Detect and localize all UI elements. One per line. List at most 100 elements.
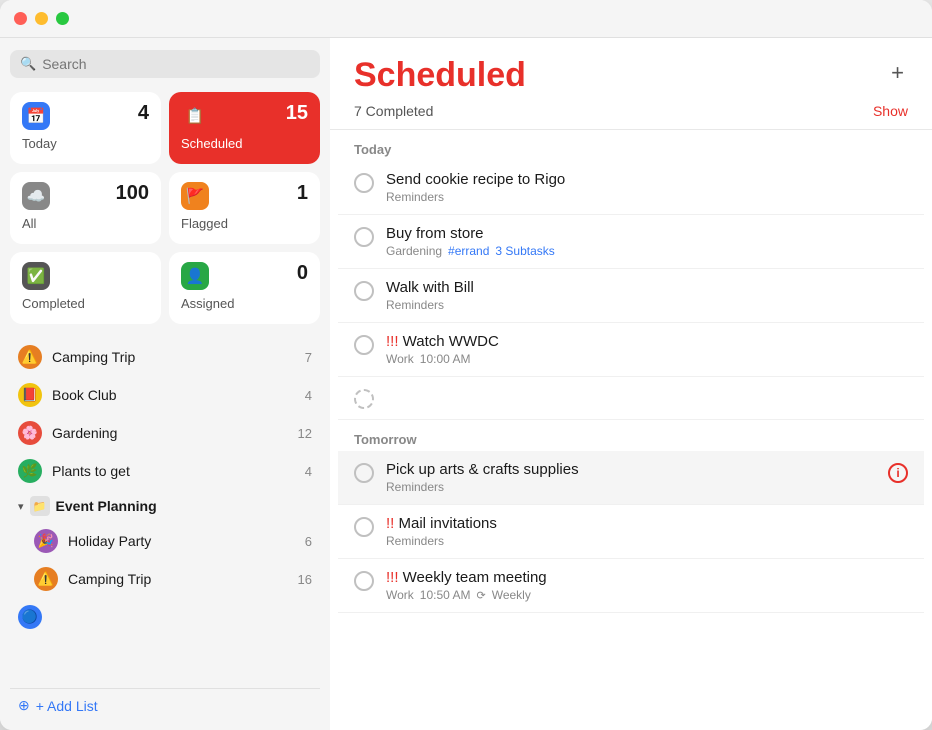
smart-card-scheduled[interactable]: 📋 15 Scheduled <box>169 92 320 164</box>
reminder-item-watch-wwdc[interactable]: Watch WWDC Work 10:00 AM <box>338 323 924 377</box>
reminder-subtitle: Reminders <box>386 298 908 312</box>
scheduled-icon: 📋 <box>181 102 209 130</box>
holiday-party-count: 6 <box>305 534 312 549</box>
reminder-circle[interactable] <box>354 571 374 591</box>
sidebar-item-book-club[interactable]: 📕 Book Club 4 <box>10 376 320 414</box>
smart-card-completed[interactable]: ✅ Completed <box>10 252 161 324</box>
sidebar-item-camping-trip-2[interactable]: ⚠️ Camping Trip 16 <box>26 560 320 598</box>
completed-bar: 7 Completed Show <box>330 99 932 130</box>
event-planning-group-header[interactable]: ▾ 📁 Event Planning <box>10 490 320 522</box>
today-label: Today <box>22 136 149 151</box>
book-club-label: Book Club <box>52 387 295 403</box>
tag-badge: #errand <box>448 244 489 258</box>
scheduled-label: Scheduled <box>181 136 308 151</box>
all-count: 100 <box>116 182 149 205</box>
reminder-title: Walk with Bill <box>386 279 908 296</box>
add-list-button[interactable]: ⊕ + Add List <box>10 688 320 722</box>
reminder-circle[interactable] <box>354 281 374 301</box>
holiday-party-icon: 🎉 <box>34 529 58 553</box>
today-icon: 📅 <box>22 102 50 130</box>
camping-trip-label: Camping Trip <box>52 349 295 365</box>
reminders-list: Today Send cookie recipe to Rigo Reminde… <box>330 130 932 730</box>
search-bar[interactable]: 🔍 <box>10 50 320 78</box>
reminder-circle[interactable] <box>354 227 374 247</box>
assigned-icon: 👤 <box>181 262 209 290</box>
event-planning-folder-icon: 📁 <box>30 496 50 516</box>
subtask-badge: 3 Subtasks <box>495 244 554 258</box>
add-list-icon: ⊕ <box>18 697 30 714</box>
flagged-icon: 🚩 <box>181 182 209 210</box>
assigned-label: Assigned <box>181 296 308 311</box>
reminder-title: Send cookie recipe to Rigo <box>386 171 908 188</box>
event-planning-label: Event Planning <box>56 498 312 514</box>
reminder-item-weekly-meeting[interactable]: Weekly team meeting Work 10:50 AM ⟳ Week… <box>338 559 924 613</box>
scheduled-count: 15 <box>286 102 308 125</box>
assigned-count: 0 <box>297 262 308 285</box>
main-header: Scheduled + <box>330 38 932 99</box>
close-button[interactable] <box>14 12 27 25</box>
flagged-count: 1 <box>297 182 308 205</box>
gardening-icon: 🌸 <box>18 421 42 445</box>
reminder-circle[interactable] <box>354 173 374 193</box>
section-today: Today <box>338 130 924 161</box>
user-lists: ⚠️ Camping Trip 7 📕 Book Club 4 🌸 Garden… <box>10 338 320 682</box>
reminder-circle[interactable] <box>354 463 374 483</box>
reminder-title: Buy from store <box>386 225 908 242</box>
camping-trip-2-count: 16 <box>298 572 312 587</box>
completed-icon: ✅ <box>22 262 50 290</box>
reminder-subtitle: Work 10:00 AM <box>386 352 908 366</box>
completed-count-label: 7 Completed <box>354 103 433 119</box>
smart-card-all[interactable]: ☁️ 100 All <box>10 172 161 244</box>
reminder-subtitle: Reminders <box>386 534 908 548</box>
sidebar-item-plants-to-get[interactable]: 🌿 Plants to get 4 <box>10 452 320 490</box>
maximize-button[interactable] <box>56 12 69 25</box>
recur-icon: ⟳ <box>476 589 485 602</box>
smart-card-today[interactable]: 📅 4 Today <box>10 92 161 164</box>
reminder-subtitle: Reminders <box>386 480 876 494</box>
smart-lists-grid: 📅 4 Today 📋 15 Scheduled ☁️ <box>10 92 320 324</box>
gardening-label: Gardening <box>52 425 288 441</box>
book-club-count: 4 <box>305 388 312 403</box>
add-reminder-button[interactable]: + <box>887 56 908 90</box>
reminder-item-empty[interactable] <box>338 377 924 420</box>
sidebar-item-extra[interactable]: 🔵 <box>10 598 320 636</box>
show-completed-button[interactable]: Show <box>873 103 908 119</box>
event-planning-nested: 🎉 Holiday Party 6 ⚠️ Camping Trip 16 <box>10 522 320 598</box>
sidebar-item-gardening[interactable]: 🌸 Gardening 12 <box>10 414 320 452</box>
reminder-item-mail-invitations[interactable]: Mail invitations Reminders <box>338 505 924 559</box>
holiday-party-label: Holiday Party <box>68 533 295 549</box>
camping-trip-icon: ⚠️ <box>18 345 42 369</box>
smart-card-assigned[interactable]: 👤 0 Assigned <box>169 252 320 324</box>
sidebar-item-holiday-party[interactable]: 🎉 Holiday Party 6 <box>26 522 320 560</box>
reminder-item-send-cookie[interactable]: Send cookie recipe to Rigo Reminders <box>338 161 924 215</box>
smart-card-flagged[interactable]: 🚩 1 Flagged <box>169 172 320 244</box>
reminder-item-pickup-arts[interactable]: Pick up arts & crafts supplies Reminders… <box>338 451 924 505</box>
info-icon[interactable]: i <box>888 463 908 483</box>
section-tomorrow: Tomorrow <box>338 420 924 451</box>
reminder-circle[interactable] <box>354 517 374 537</box>
camping-trip-count: 7 <box>305 350 312 365</box>
minimize-button[interactable] <box>35 12 48 25</box>
camping-trip-2-icon: ⚠️ <box>34 567 58 591</box>
content-area: 🔍 📅 4 Today 📋 15 <box>0 38 932 730</box>
search-icon: 🔍 <box>20 56 36 72</box>
gardening-count: 12 <box>298 426 312 441</box>
all-label: All <box>22 216 149 231</box>
chevron-down-icon: ▾ <box>18 500 24 513</box>
completed-label: Completed <box>22 296 149 311</box>
reminder-title: Watch WWDC <box>386 333 908 350</box>
reminder-circle[interactable] <box>354 335 374 355</box>
reminder-item-buy-store[interactable]: Buy from store Gardening #errand 3 Subta… <box>338 215 924 269</box>
camping-trip-2-label: Camping Trip <box>68 571 288 587</box>
sidebar-item-camping-trip[interactable]: ⚠️ Camping Trip 7 <box>10 338 320 376</box>
reminder-circle-dashed[interactable] <box>354 389 374 409</box>
search-input[interactable] <box>42 56 310 72</box>
book-club-icon: 📕 <box>18 383 42 407</box>
reminder-title: Pick up arts & crafts supplies <box>386 461 876 478</box>
title-bar <box>0 0 932 38</box>
flagged-label: Flagged <box>181 216 308 231</box>
reminder-subtitle: Reminders <box>386 190 908 204</box>
reminder-item-walk-bill[interactable]: Walk with Bill Reminders <box>338 269 924 323</box>
plants-to-get-label: Plants to get <box>52 463 295 479</box>
reminder-subtitle: Gardening #errand 3 Subtasks <box>386 244 908 258</box>
